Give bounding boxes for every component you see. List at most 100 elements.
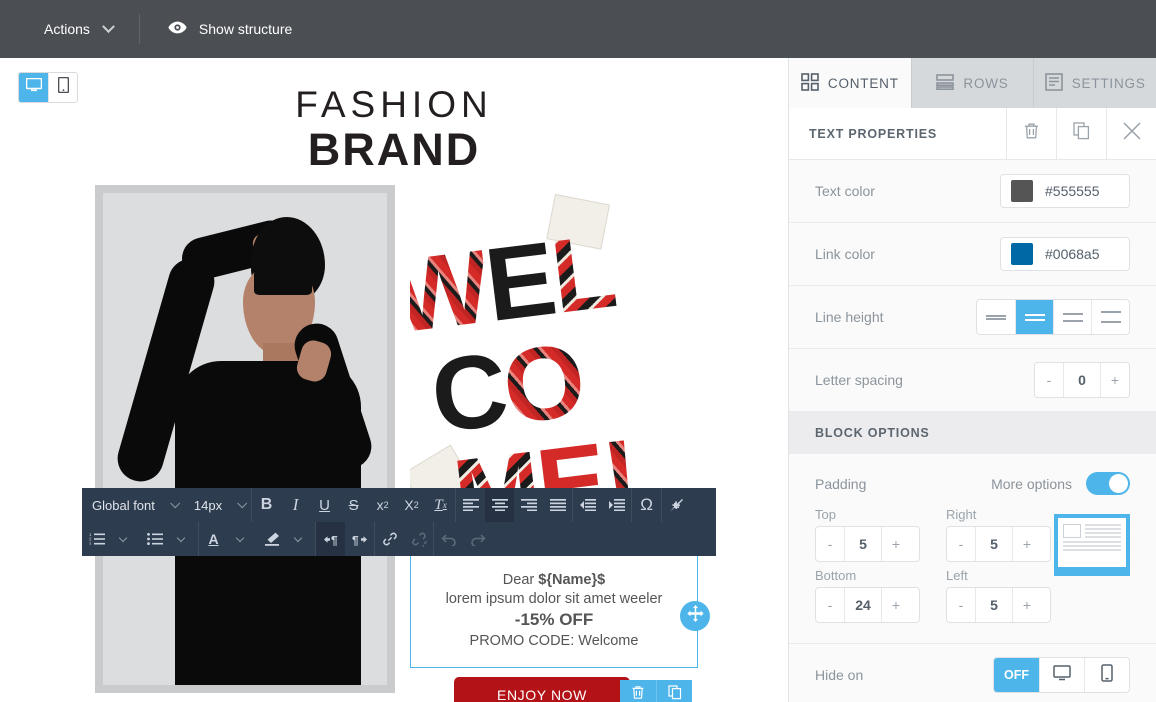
actions-menu-button[interactable]: Actions [0,0,139,58]
ordered-list-dropdown[interactable] [111,522,140,556]
rows-icon [936,73,955,94]
trash-icon [631,685,645,702]
top-bar: Actions Show structure [0,0,1156,58]
padding-right-decrease[interactable]: - [947,527,975,561]
tab-settings-label: SETTINGS [1071,75,1146,91]
padding-top-value[interactable]: 5 [844,527,882,561]
selected-text-block[interactable]: Dear ${Name}$ lorem ipsum dolor sit amet… [410,552,698,668]
image-placeholder-icon [1063,524,1081,538]
email-canvas: FASHION BRAND WEL CO ME! Dear ${Name}$ l… [0,58,788,702]
superscript-button[interactable]: x2 [368,488,397,522]
highlight-color-dropdown[interactable] [286,522,315,556]
subscript-button[interactable]: X2 [397,488,426,522]
clear-format-button[interactable]: Tx [426,488,455,522]
padding-top-label: Top [815,507,836,522]
letter-spacing-decrease[interactable]: - [1035,363,1063,397]
duplicate-block-button[interactable] [656,680,692,702]
chevron-down-icon [118,533,127,542]
font-color-dropdown[interactable] [228,522,257,556]
letter-spacing-stepper: - 0 + [1034,362,1130,398]
bold-button[interactable]: B [252,488,281,522]
show-structure-button[interactable]: Show structure [140,0,292,58]
special-char-button[interactable]: Ω [632,488,661,522]
unordered-list-dropdown[interactable] [169,522,198,556]
letter-spacing-value[interactable]: 0 [1063,363,1101,397]
properties-panel: CONTENT ROWS SETTINGS TEXT PROPERTIES Te… [788,58,1156,702]
more-options-toggle[interactable] [1086,472,1130,495]
ordered-list-button[interactable]: 123 [82,522,111,556]
padding-top-decrease[interactable]: - [816,527,844,561]
photo-shape [254,255,312,295]
line-height-option-loose[interactable] [1091,300,1129,334]
italic-button[interactable]: I [281,488,310,522]
padding-left-value[interactable]: 5 [975,588,1013,622]
font-color-button[interactable]: A [199,522,228,556]
padding-left-decrease[interactable]: - [947,588,975,622]
tab-rows[interactable]: ROWS [910,58,1034,108]
rtl-button[interactable]: ¶ [316,522,345,556]
tab-settings[interactable]: SETTINGS [1033,58,1156,108]
color-group: A [199,522,316,556]
hero-image-block[interactable] [95,185,395,693]
line-height-option-normal[interactable] [1015,300,1053,334]
highlight-color-button[interactable] [257,522,286,556]
delete-block-button[interactable] [620,680,656,702]
unlink-button[interactable] [404,522,433,556]
line-height-option-relaxed[interactable] [1053,300,1091,334]
padding-top-increase[interactable]: + [882,527,910,561]
undo-button[interactable] [434,522,463,556]
letter-spacing-increase[interactable]: + [1101,363,1129,397]
align-justify-button[interactable] [543,488,572,522]
redo-button[interactable] [463,522,492,556]
letter-spacing-row: Letter spacing - 0 + [789,349,1156,412]
padding-right-value[interactable]: 5 [975,527,1013,561]
font-size-select[interactable]: 14px [184,488,251,522]
align-center-button[interactable] [485,488,515,522]
unordered-list-button[interactable] [140,522,169,556]
block-drag-handle[interactable] [680,601,710,631]
email-editor-app: Actions Show structure FASHION BRAND WEL… [0,0,1156,702]
align-left-button[interactable] [456,488,485,522]
close-panel-button[interactable] [1106,107,1156,160]
brand-logo: FASHION BRAND [0,84,788,175]
hide-on-off-button[interactable]: OFF [994,658,1039,692]
delete-element-button[interactable] [1006,107,1056,160]
link-button[interactable] [375,522,404,556]
align-right-button[interactable] [514,488,543,522]
tab-content[interactable]: CONTENT [789,58,911,108]
line-glyph [1062,312,1083,315]
indent-button[interactable] [602,488,631,522]
hide-on-desktop-button[interactable] [1039,658,1084,692]
welcome-graphic-block[interactable]: WEL CO ME! [410,178,710,508]
padding-left-increase[interactable]: + [1013,588,1041,622]
strikethrough-button[interactable]: S [339,488,368,522]
collapse-toolbar-button[interactable] [662,488,691,522]
padding-right-increase[interactable]: + [1013,527,1041,561]
svg-text:3: 3 [89,541,92,545]
special-char-group: Ω [632,488,663,522]
padding-bottom-increase[interactable]: + [882,588,910,622]
tab-content-label: CONTENT [827,75,899,91]
text-color-picker[interactable]: #555555 [1000,174,1130,208]
toggle-knob [1109,474,1128,493]
padding-bottom-value[interactable]: 24 [844,588,882,622]
underline-button[interactable]: U [310,488,339,522]
line-height-option-tight[interactable] [977,300,1015,334]
link-color-picker[interactable]: #0068a5 [1000,237,1130,271]
line-glyph [986,317,1006,320]
ltr-button[interactable]: ¶ [345,522,374,556]
hide-on-mobile-button[interactable] [1084,658,1129,692]
font-family-select[interactable]: Global font [82,488,184,522]
text-color-value: #555555 [1045,183,1100,199]
duplicate-element-button[interactable] [1056,107,1106,160]
text-line-1: Dear ${Name}$ [503,572,605,588]
text-line-4: PROMO CODE: Welcome [469,632,639,649]
padding-bottom-decrease[interactable]: - [816,588,844,622]
preview-lines [1085,524,1121,538]
preview-top-row [1063,524,1121,538]
padding-preview [1054,514,1130,576]
outdent-button[interactable] [573,488,602,522]
indent-group [573,488,633,522]
cta-button[interactable]: ENJOY NOW [454,677,630,702]
preview-line [1063,549,1121,551]
